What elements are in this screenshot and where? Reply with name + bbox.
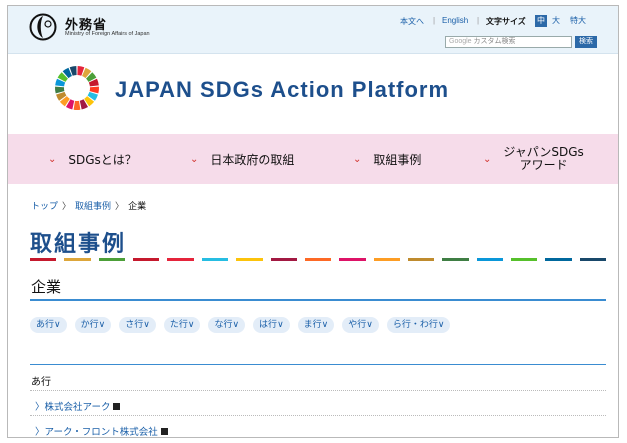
sdg-wheel-icon[interactable] [54, 65, 100, 111]
wheel-segment [55, 86, 65, 94]
kana-filter-button[interactable]: は行∨ [253, 317, 290, 333]
wheel-segment [73, 100, 81, 110]
group-heading: あ行 [31, 377, 51, 388]
color-segment [270, 258, 297, 261]
kana-filter-button[interactable]: た行∨ [163, 317, 201, 333]
kana-filter-button[interactable]: さ行∨ [119, 317, 156, 333]
breadcrumb-arrow-icon: 〉 [62, 201, 72, 211]
google-label: Google [449, 38, 472, 45]
chevron-down-icon: ∨ [143, 320, 150, 330]
page-title: 取組事例 [30, 232, 127, 257]
chevron-down-icon: ∨ [187, 320, 195, 330]
nav-item-label: 日本政府の取組 [210, 152, 295, 167]
kana-filter-button[interactable]: な行∨ [208, 317, 246, 333]
text-size-large-button[interactable]: 大 [552, 15, 560, 27]
color-segment [133, 258, 160, 261]
separator: | [477, 16, 480, 25]
company-link[interactable]: 〉アーク・フロント株式会社 [35, 424, 168, 438]
chevron-down-icon: ∨ [98, 320, 106, 330]
banner-title[interactable]: JAPAN SDGs Action Platform [115, 77, 449, 103]
color-segment [304, 258, 332, 261]
nav-item-about-sdgs[interactable]: ⌄ SDGsとは？ [48, 134, 137, 184]
breadcrumb-examples-link[interactable]: 取組事例 [75, 201, 111, 211]
breadcrumb: トップ〉取組事例〉企業 [31, 199, 146, 212]
banner: JAPAN SDGs Action Platform [8, 55, 618, 135]
chevron-down-icon: ∨ [437, 320, 445, 330]
color-segment [201, 258, 229, 261]
chevron-down-icon: ∨ [277, 320, 284, 330]
text-size-xlarge-button[interactable]: 特大 [570, 15, 586, 27]
nav-item-examples[interactable]: ⌄ 取組事例 [353, 134, 421, 184]
breadcrumb-arrow-icon: 〉 [115, 201, 125, 211]
color-segment [476, 258, 504, 261]
divider [30, 415, 606, 416]
external-link-icon [113, 403, 121, 410]
search-placeholder: カスタム検索 [473, 38, 516, 45]
chevron-down-icon: ⌄ [48, 153, 57, 165]
color-segment [511, 258, 538, 261]
company-link[interactable]: 〉株式会社アーク [35, 399, 121, 413]
nav-item-government[interactable]: ⌄ 日本政府の取組 [190, 134, 294, 184]
color-segment [407, 258, 435, 261]
browser-frame: 外務省 Ministry of Foreign Affairs of Japan… [7, 5, 619, 438]
chevron-down-icon: ∨ [54, 320, 61, 330]
kana-filter-button[interactable]: や行∨ [342, 317, 379, 333]
divider [30, 390, 606, 391]
site-header: 外務省 Ministry of Foreign Affairs of Japan… [8, 6, 618, 54]
mofa-logo-icon[interactable] [29, 13, 57, 41]
arrow-right-icon: 〉 [35, 402, 45, 413]
color-segment [236, 258, 263, 261]
divider [30, 364, 606, 365]
color-segment [373, 258, 400, 261]
color-segment [579, 258, 607, 261]
color-segment [167, 258, 194, 261]
text-size-medium-button[interactable]: 中 [535, 15, 547, 27]
nav-item-label: SDGsとは？ [68, 152, 137, 167]
sdg-color-divider [30, 258, 607, 261]
external-link-icon [160, 428, 168, 435]
skip-to-main-link[interactable]: 本文へ [400, 16, 424, 27]
section-heading: 企業 [31, 278, 62, 296]
color-segment [30, 258, 57, 261]
nav-item-label: ジャパンSDGs アワード [503, 145, 584, 172]
kana-filter-button[interactable]: ら行・わ行∨ [386, 317, 451, 333]
color-segment [339, 258, 366, 261]
nav-item-award[interactable]: ⌄ ジャパンSDGs アワード [483, 134, 584, 184]
text-size-label: 文字サイズ [486, 17, 526, 26]
org-subtitle: Ministry of Foreign Affairs of Japan [65, 31, 150, 37]
english-link[interactable]: English [442, 16, 468, 25]
divider [30, 299, 606, 301]
wheel-segment [89, 86, 99, 94]
chevron-down-icon: ∨ [321, 320, 329, 330]
chevron-down-icon: ∨ [232, 320, 240, 330]
arrow-right-icon: 〉 [35, 427, 45, 438]
color-segment [64, 258, 91, 261]
chevron-down-icon: ∨ [366, 320, 373, 330]
kana-filter-button[interactable]: か行∨ [74, 317, 112, 333]
separator: | [433, 16, 436, 25]
chevron-down-icon: ⌄ [353, 153, 362, 165]
chevron-down-icon: ⌄ [190, 153, 199, 165]
kana-filter-button[interactable]: あ行∨ [30, 317, 67, 333]
color-segment [545, 258, 572, 261]
color-segment [442, 258, 469, 261]
nav-item-label: 取組事例 [373, 152, 422, 167]
kana-filter-button[interactable]: ま行∨ [297, 317, 335, 333]
search-button[interactable]: 検索 [575, 36, 597, 48]
breadcrumb-top-link[interactable]: トップ [31, 201, 58, 211]
breadcrumb-current: 企業 [128, 201, 147, 211]
main-nav: ⌄ SDGsとは？ ⌄ 日本政府の取組 ⌄ 取組事例 ⌄ ジャパンSDGs アワー… [8, 134, 618, 184]
kana-filter-bar: あ行∨ か行∨ さ行∨ た行∨ な行∨ は行∨ ま行∨ や行∨ ら行・わ行∨ [30, 317, 451, 333]
color-segment [98, 258, 126, 261]
search-input[interactable]: Google カスタム検索 [445, 36, 572, 48]
chevron-down-icon: ⌄ [483, 153, 492, 165]
